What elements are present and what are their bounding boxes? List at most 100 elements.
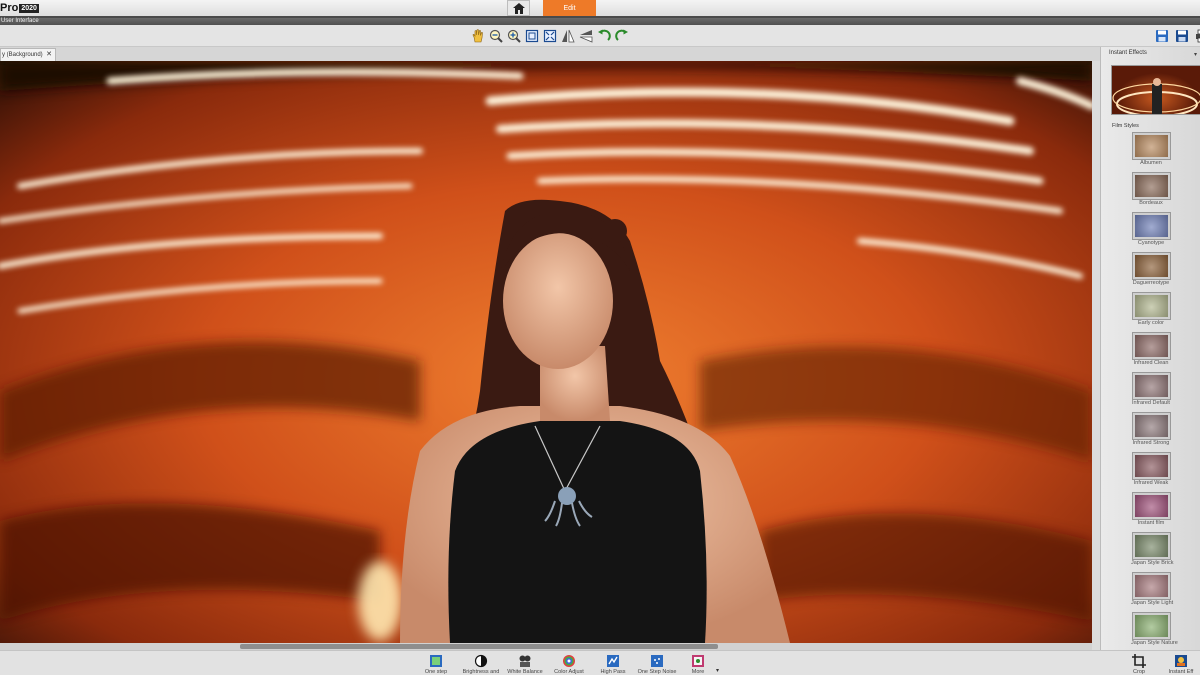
file-actions: [1154, 28, 1200, 44]
fit-window-button[interactable]: [524, 28, 540, 44]
fit-window-icon: [525, 29, 539, 43]
effect-label: Daguerreotype: [1132, 280, 1170, 286]
effect-item[interactable]: Infrared Weak: [1131, 452, 1171, 491]
rotate-left-button[interactable]: [596, 28, 612, 44]
flip-vertical-icon: [579, 30, 593, 43]
effect-thumbnail: [1131, 612, 1171, 640]
effect-thumbnail: [1131, 132, 1171, 160]
panel-action-button[interactable]: Instant Eff: [1162, 654, 1200, 675]
effect-label: Japan Style Brick: [1131, 560, 1174, 566]
effect-thumbnail: [1131, 492, 1171, 520]
quick-action-button[interactable]: More: [676, 654, 720, 675]
effect-thumbnail: [1131, 372, 1171, 400]
effect-label: Instant film: [1137, 520, 1165, 526]
actual-size-icon: [543, 29, 557, 43]
flip-horizontal-icon: [562, 29, 575, 43]
effect-item[interactable]: Infrared Clean: [1131, 332, 1171, 371]
scrollbar-thumb[interactable]: [240, 644, 718, 649]
effect-label: Infrared Strong: [1132, 440, 1170, 446]
panel-menu-icon[interactable]: ▾: [1194, 51, 1197, 58]
panel-header: Instant Effects ▾: [1101, 47, 1200, 61]
horizontal-scrollbar[interactable]: [0, 643, 1092, 650]
quick-action-button[interactable]: Brightness and: [459, 654, 503, 675]
effect-thumbnail: [1131, 412, 1171, 440]
actual-size-button[interactable]: [542, 28, 558, 44]
hand-tool-button[interactable]: [470, 28, 486, 44]
home-tab[interactable]: [507, 0, 530, 16]
panel-title: Instant Effects: [1109, 50, 1147, 56]
user-interface-menu[interactable]: User Interface: [1, 18, 39, 25]
print-icon: [1196, 29, 1200, 43]
instant-effects-panel: Instant Effects ▾ Film Styles Albumen Bor…: [1100, 47, 1200, 650]
more-icon: [691, 654, 705, 668]
effect-label: Infrared Default: [1132, 400, 1170, 406]
effect-thumbnail: [1131, 172, 1171, 200]
document-tab[interactable]: y (Background) ✕: [0, 48, 56, 61]
hand-tool-icon: [472, 29, 483, 43]
brightness-icon: [474, 654, 488, 668]
save-as-icon: [1176, 30, 1188, 42]
effect-thumbnail: [1131, 532, 1171, 560]
effect-item[interactable]: Instant film: [1131, 492, 1171, 531]
flip-vertical-button[interactable]: [578, 28, 594, 44]
effect-item[interactable]: Daguerreotype: [1131, 252, 1171, 291]
document-tab-label: y (Background): [2, 52, 43, 58]
effect-label: Japan Style Nature: [1131, 640, 1178, 646]
effect-thumbnail: [1131, 212, 1171, 240]
panel-action-label: Crop: [1133, 669, 1145, 675]
effect-label: Japan Style Light: [1131, 600, 1174, 606]
instant-effects-icon: [1174, 654, 1188, 668]
effect-item[interactable]: Infrared Strong: [1131, 412, 1171, 451]
effect-item[interactable]: Early color: [1131, 292, 1171, 331]
panel-action-button[interactable]: Crop: [1120, 654, 1158, 675]
effect-item[interactable]: Cyanotype: [1131, 212, 1171, 251]
photo: [0, 61, 1092, 643]
rotate-right-button[interactable]: [614, 28, 630, 44]
quick-action-label: One step: [424, 669, 448, 675]
effect-item[interactable]: Japan Style Light: [1131, 572, 1174, 611]
quick-action-label: High Pass: [600, 669, 626, 675]
effect-label: Bordeaux: [1139, 200, 1163, 206]
effect-item[interactable]: Albumen: [1131, 132, 1171, 171]
effect-preview-thumbnail[interactable]: [1111, 65, 1200, 115]
panel-action-label: Instant Eff: [1168, 669, 1194, 675]
zoom-in-icon: [507, 29, 521, 43]
edit-tab[interactable]: Edit: [543, 0, 596, 16]
quick-action-button[interactable]: White Balance: [503, 654, 547, 675]
quick-action-label: Color Adjust: [554, 669, 584, 675]
zoom-out-icon: [489, 29, 503, 43]
film-styles-label: Film Styles: [1112, 123, 1139, 129]
zoom-out-button[interactable]: [488, 28, 504, 44]
zoom-in-button[interactable]: [506, 28, 522, 44]
more-chevron-icon[interactable]: ▾: [716, 667, 719, 674]
effect-label: Cyanotype: [1137, 240, 1165, 246]
effect-thumbnail: [1131, 452, 1171, 480]
quick-actions-bar: One step Brightness and White Balance Color…: [0, 650, 1200, 675]
high-pass-icon: [606, 654, 620, 668]
home-icon: [512, 2, 525, 14]
menu-bar: User Interface: [0, 18, 1200, 25]
app-year-badge: 2020: [19, 3, 39, 13]
save-button[interactable]: [1154, 28, 1170, 44]
noise-icon: [650, 654, 664, 668]
quick-action-button[interactable]: High Pass: [591, 654, 635, 675]
quick-action-label: More: [691, 669, 705, 675]
rotate-right-icon: [615, 29, 628, 41]
effect-item[interactable]: Japan Style Brick: [1131, 532, 1174, 571]
white-balance-icon: [518, 654, 532, 668]
quick-action-button[interactable]: One step: [414, 654, 458, 675]
flip-horizontal-button[interactable]: [560, 28, 576, 44]
print-button[interactable]: [1194, 28, 1200, 44]
quick-action-button[interactable]: One Step Noise: [635, 654, 679, 675]
effect-item[interactable]: Bordeaux: [1131, 172, 1171, 211]
effect-item[interactable]: Infrared Default: [1131, 372, 1171, 411]
one-step-icon: [429, 654, 443, 668]
save-as-button[interactable]: [1174, 28, 1190, 44]
quick-action-button[interactable]: Color Adjust: [547, 654, 591, 675]
close-icon[interactable]: ✕: [46, 51, 52, 59]
view-tools: [470, 28, 630, 44]
image-canvas[interactable]: [0, 61, 1092, 643]
effect-item[interactable]: Japan Style Nature: [1131, 612, 1178, 651]
color-adjust-icon: [562, 654, 576, 668]
effect-label: Albumen: [1140, 160, 1162, 166]
